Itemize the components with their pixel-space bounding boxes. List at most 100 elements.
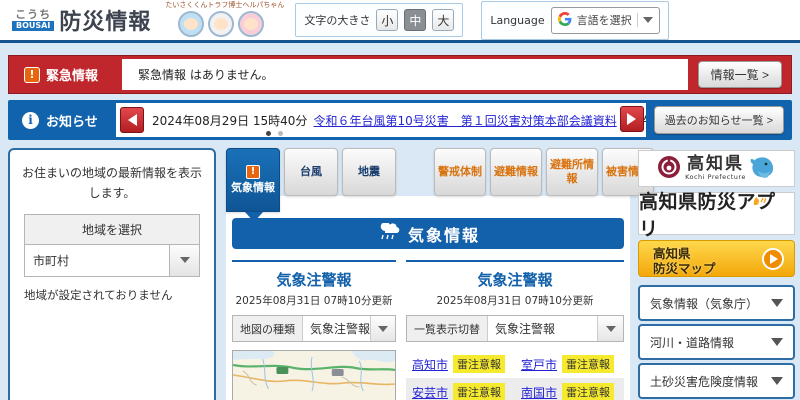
emergency-button-area: 情報一覧 > [688,59,788,90]
chevron-down-icon [771,377,783,385]
divider [406,260,624,262]
map-type-select[interactable]: 地図の種類 気象注警報 [232,315,396,342]
font-size-label: 文字の大きさ [304,14,371,27]
alert-icon: ! [24,66,40,83]
table-row: 高知市 雷注意報 室戸市 雷注意報 [406,350,624,378]
warning-badge: 雷注意報 [562,355,615,373]
accordion-river-road[interactable]: 河川・道路情報 [638,324,795,360]
city-warning-cell: 高知市 雷注意報 [406,355,515,373]
site-header: こうち BOUSAI 防災情報 たいさくくん トラフ博士 ヘルパちゃん 文字の大… [0,0,800,43]
bousai-app-banner[interactable]: 高知県防災アプリ [638,191,795,240]
news-ticker-panel: 2024年08月29日 15時40分 令和６年台風第10号災害 第１回災害対策本… [116,103,646,137]
emergency-label-area: ! 緊急情報 [12,59,122,90]
mascot-characters: たいさくくん トラフ博士 ヘルパちゃん [165,0,284,40]
language-select[interactable]: 言語を選択 [550,6,660,34]
news-history-button[interactable]: 過去のお知らせ一覧 > [653,106,784,134]
dropdown-arrow-box [169,244,199,276]
warning-badge: 雷注意報 [453,355,506,373]
font-size-small-button[interactable]: 小 [376,9,399,31]
language-control: Language 言語を選択 [481,0,669,40]
prefecture-title: 高知県 [687,154,744,175]
kochi-prefecture-banner[interactable]: 高知県 Kochi Prefecture [638,150,795,187]
font-size-large-button[interactable]: 大 [432,9,455,31]
dropdown-arrow-box [597,316,623,341]
prefecture-emblem-icon [657,155,681,183]
prefecture-subtitle: Kochi Prefecture [685,173,746,182]
news-carousel-dots [266,131,283,136]
list-view-select[interactable]: 一覧表示切替 気象注警報 [406,315,624,342]
bousai-map-banner[interactable]: 高知県 防災マップ [638,240,795,277]
tab-weather[interactable]: ! 気象情報 [226,148,280,212]
tab-typhoon[interactable]: 台風 [284,148,338,196]
sidebar-accordions: 気象情報（気象庁） 河川・道路情報 土砂災害危険度情報 交通情報 [638,285,795,400]
table-row: 安芸市 雷注意報 南国市 雷注意報 [406,378,624,400]
page: こうち BOUSAI 防災情報 たいさくくん トラフ博士 ヘルパちゃん 文字の大… [0,0,800,400]
mascot-label: ヘルパちゃん [242,1,285,9]
region-description: お住まいの地域の最新情報を表示します。 [21,166,202,201]
accordion-label: 気象情報（気象庁） [650,296,759,311]
chevron-down-icon [771,338,783,346]
google-translate-icon [557,11,572,30]
emergency-bar: ! 緊急情報 緊急情報 はありません。 情報一覧 > [8,55,792,94]
news-link[interactable]: 令和６年台風第10号災害 第１回災害対策本部会議資料 [313,112,616,129]
font-size-medium-button[interactable]: 中 [404,9,427,31]
emergency-message: 緊急情報 はありません。 [138,68,274,82]
city-warning-cell: 南国市 雷注意報 [515,383,624,400]
city-link[interactable]: 高知市 [412,356,448,373]
emergency-list-button[interactable]: 情報一覧 > [697,61,782,88]
tab-evacuation-info[interactable]: 避難情報 [490,148,542,196]
map-banner-line2: 防災マップ [653,261,716,276]
mascot-labels: たいさくくん トラフ博士 ヘルパちゃん [165,0,284,10]
app-banner-title: 高知県防災アプリ [639,190,776,240]
site-logo[interactable]: こうち BOUSAI 防災情報 [12,4,151,36]
city-warning-list: 高知市 雷注意報 室戸市 雷注意報 安芸市 雷注意報 南国市 雷注意報 [406,350,624,400]
cloud-rain-icon [376,222,400,244]
tab-shelter-info[interactable]: 避難所情報 [546,148,598,196]
language-label: Language [490,13,545,27]
accordion-landslide-risk[interactable]: 土砂災害危険度情報 [638,363,795,399]
warning-badge: 雷注意報 [453,383,506,400]
mascot-label: トラフ博士 [207,1,243,9]
chevron-down-icon [378,325,388,332]
site-title: 防災情報 [59,10,152,35]
tab-label: 気象情報 [231,181,275,195]
weather-banner: 気象情報 [232,218,624,249]
accordion-label: 河川・道路情報 [650,335,735,350]
city-link[interactable]: 室戸市 [521,356,557,373]
accordion-jma-weather[interactable]: 気象情報（気象庁） [638,285,795,321]
font-size-control: 文字の大きさ 小 中 大 [295,3,464,37]
region-panel: お住まいの地域の最新情報を表示します。 地域を選択 市町村 地域が設定されており… [8,148,216,400]
tab-alert-system[interactable]: 警戒体制 [434,148,486,196]
municipality-select[interactable]: 市町村 [24,244,200,277]
news-bar: i お知らせ 2024年08月29日 15時40分 令和６年台風第10号災害 第… [8,100,792,140]
whale-mascot-icon [750,155,776,183]
weather-warning-map[interactable] [232,350,396,400]
chevron-down-icon [642,17,653,23]
warning-badge: 雷注意報 [562,383,615,400]
divider [636,13,638,27]
list-section-title: 気象注警報 [477,271,553,289]
city-link[interactable]: 安芸市 [412,384,448,400]
tab-earthquake[interactable]: 地震 [342,148,396,196]
language-select-value: 言語を選択 [576,14,632,27]
prefecture-title-box: 高知県 Kochi Prefecture [685,156,746,181]
news-label-area: i お知らせ [8,111,116,130]
carousel-dot [278,131,283,136]
map-banner-title: 高知県 防災マップ [653,246,716,276]
map-banner-line1: 高知県 [653,246,691,261]
city-link[interactable]: 南国市 [521,384,557,400]
arrow-right-icon [627,113,637,125]
mascot-row [165,11,277,37]
chevron-down-icon [179,257,190,264]
news-history-area: 過去のお知らせ一覧 > [646,106,792,134]
list-section-updated: 2025年08月31日 07時10分更新 [436,295,594,307]
news-prev-button[interactable] [120,107,144,133]
mascot-icon [238,11,265,37]
news-label: お知らせ [46,114,98,130]
news-next-button[interactable] [619,106,644,132]
logo-kana-badge: こうち BOUSAI [12,9,55,31]
weather-map-section: 気象注警報 2025年08月31日 07時10分更新 地図の種類 気象注警報 [232,260,396,400]
map-section-updated: 2025年08月31日 07時10分更新 [235,295,393,307]
carousel-dot-active [266,131,271,136]
chevron-down-icon [771,299,783,307]
